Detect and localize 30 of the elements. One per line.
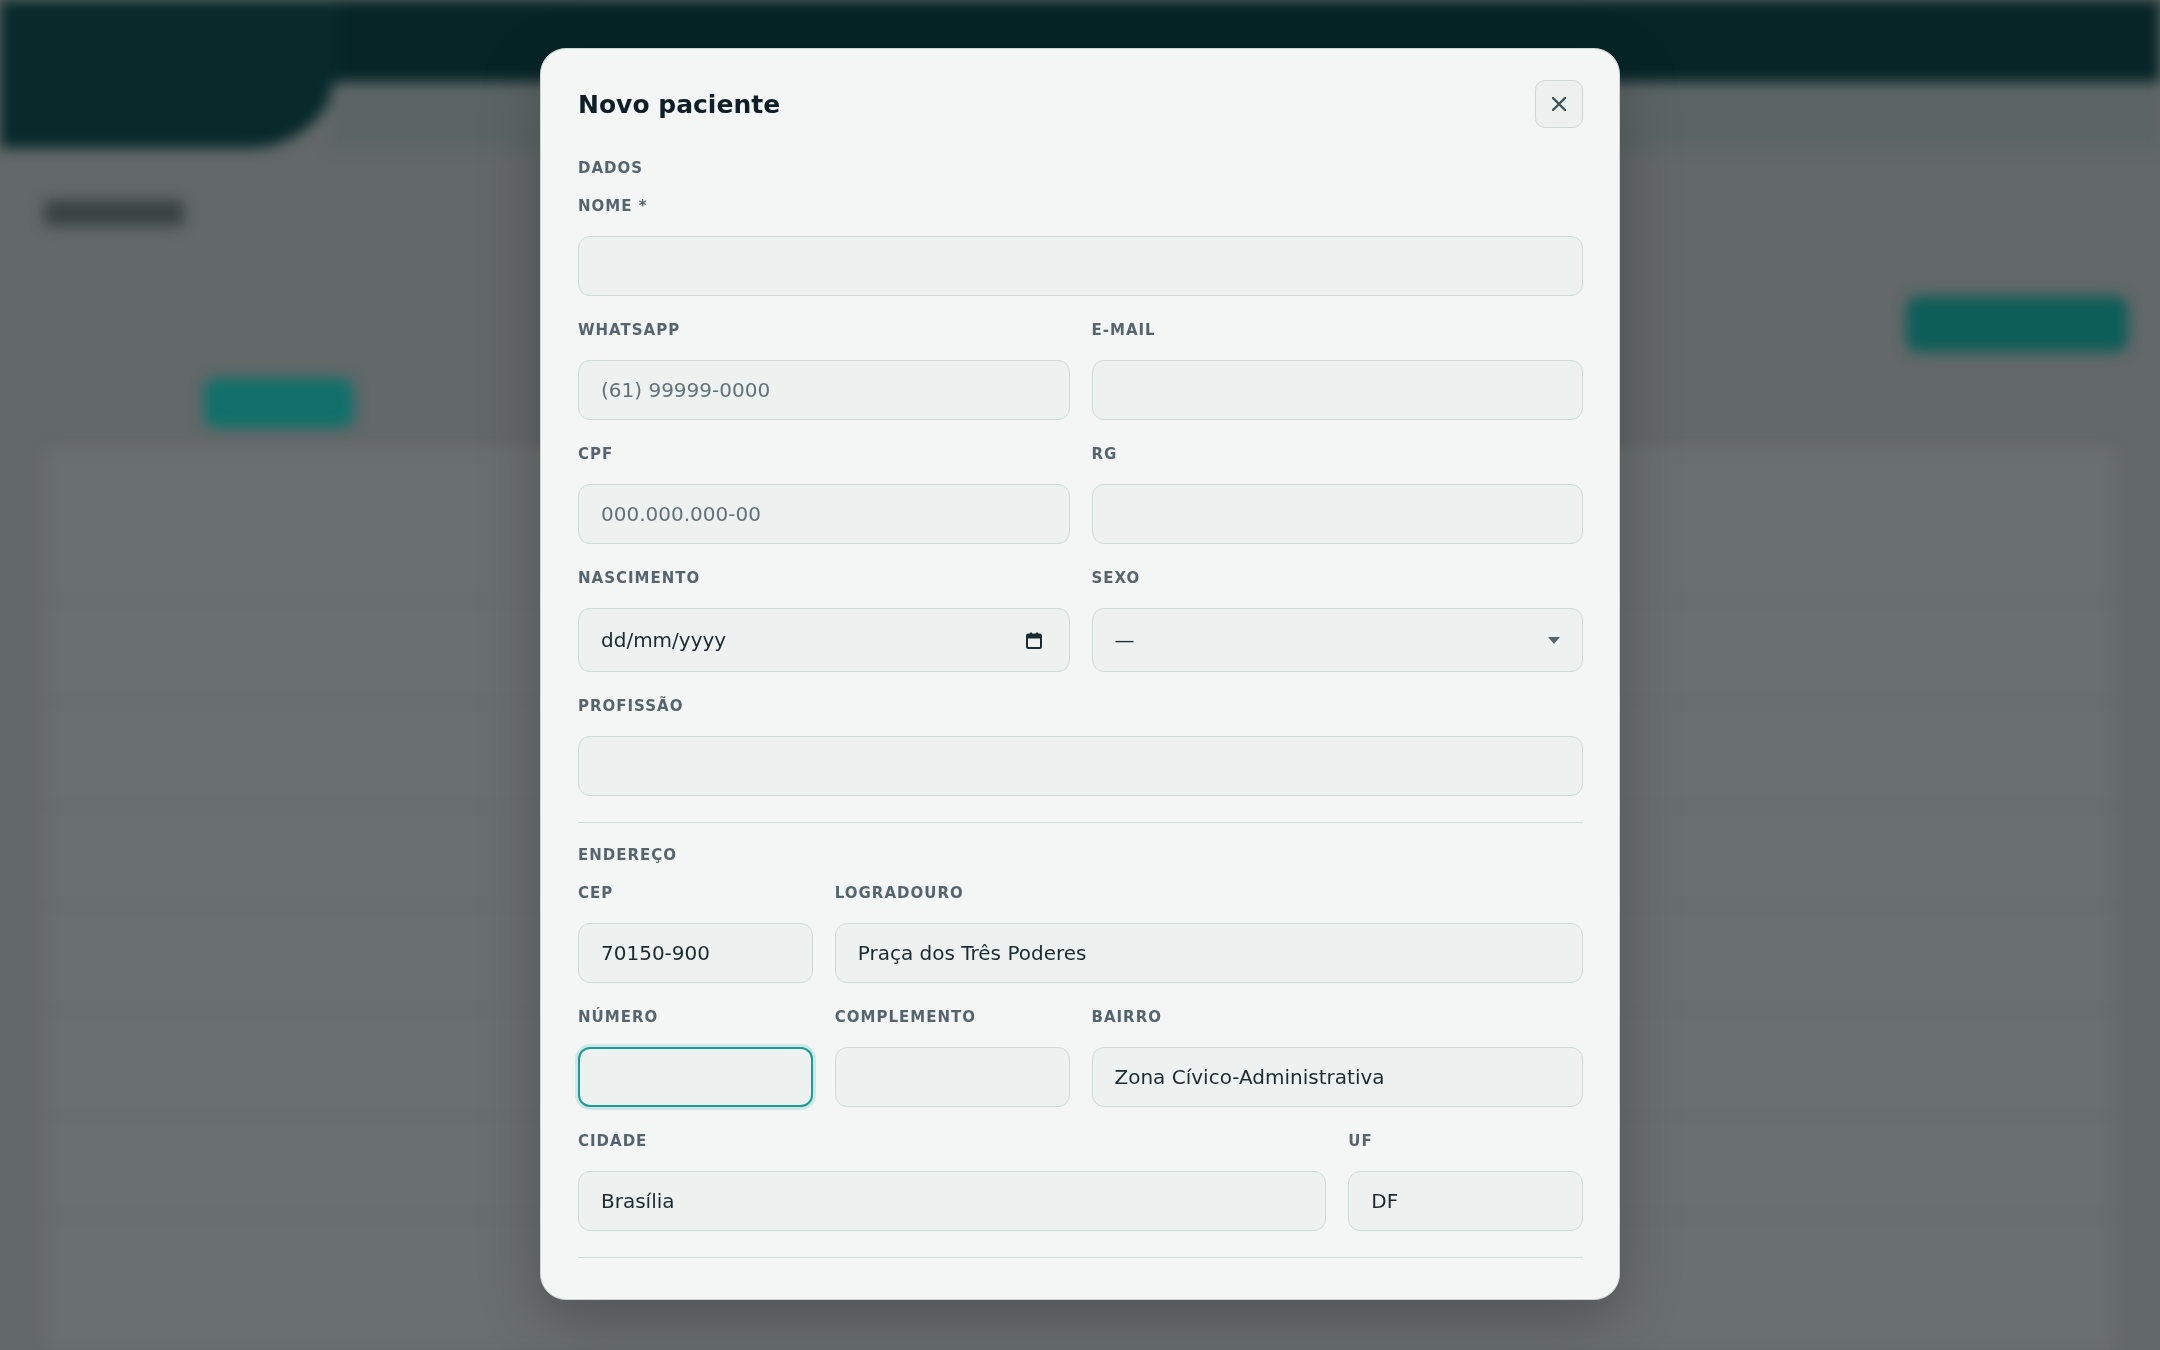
field-label: SEXO bbox=[1091, 569, 1141, 587]
select-field[interactable]: — bbox=[1091, 608, 1583, 672]
close-button[interactable] bbox=[1535, 80, 1583, 128]
field-label: LOGRADOURO bbox=[834, 884, 964, 902]
text-field[interactable] bbox=[578, 1047, 813, 1107]
dialog-title: Novo paciente bbox=[578, 89, 781, 119]
field-label: E-MAIL bbox=[1091, 321, 1156, 339]
text-field[interactable]: Brasília bbox=[578, 1171, 1327, 1231]
text-field[interactable]: Praça dos Três Poderes bbox=[834, 923, 1583, 983]
field-label: CEP bbox=[578, 884, 614, 902]
text-field[interactable]: 70150-900 bbox=[578, 923, 813, 983]
field-label: CPF bbox=[578, 445, 614, 463]
calendar-icon[interactable] bbox=[1025, 632, 1042, 649]
text-field[interactable]: DF bbox=[1348, 1171, 1583, 1231]
field-label: CIDADE bbox=[578, 1132, 648, 1150]
field-label: COMPLEMENTO bbox=[834, 1008, 976, 1026]
section-heading: DADOS bbox=[578, 159, 644, 177]
field-label: NASCIMENTO bbox=[578, 569, 701, 587]
date-field[interactable]: dd/mm/yyyy bbox=[578, 608, 1070, 672]
field-label: BAIRRO bbox=[1091, 1008, 1162, 1026]
caret-icon bbox=[1548, 636, 1560, 644]
text-field[interactable]: Zona Cívico-Administrativa bbox=[1091, 1047, 1583, 1107]
field-label: RG bbox=[1091, 445, 1118, 463]
field-label: PROFISSÃO bbox=[578, 697, 684, 715]
field-label: UF bbox=[1348, 1132, 1373, 1150]
field-label: WHATSAPP bbox=[578, 321, 681, 339]
field-label: NÚMERO bbox=[578, 1008, 659, 1026]
close-icon[interactable] bbox=[1552, 97, 1566, 111]
section-heading: ENDEREÇO bbox=[578, 846, 678, 864]
field-label: NOME * bbox=[578, 197, 648, 215]
